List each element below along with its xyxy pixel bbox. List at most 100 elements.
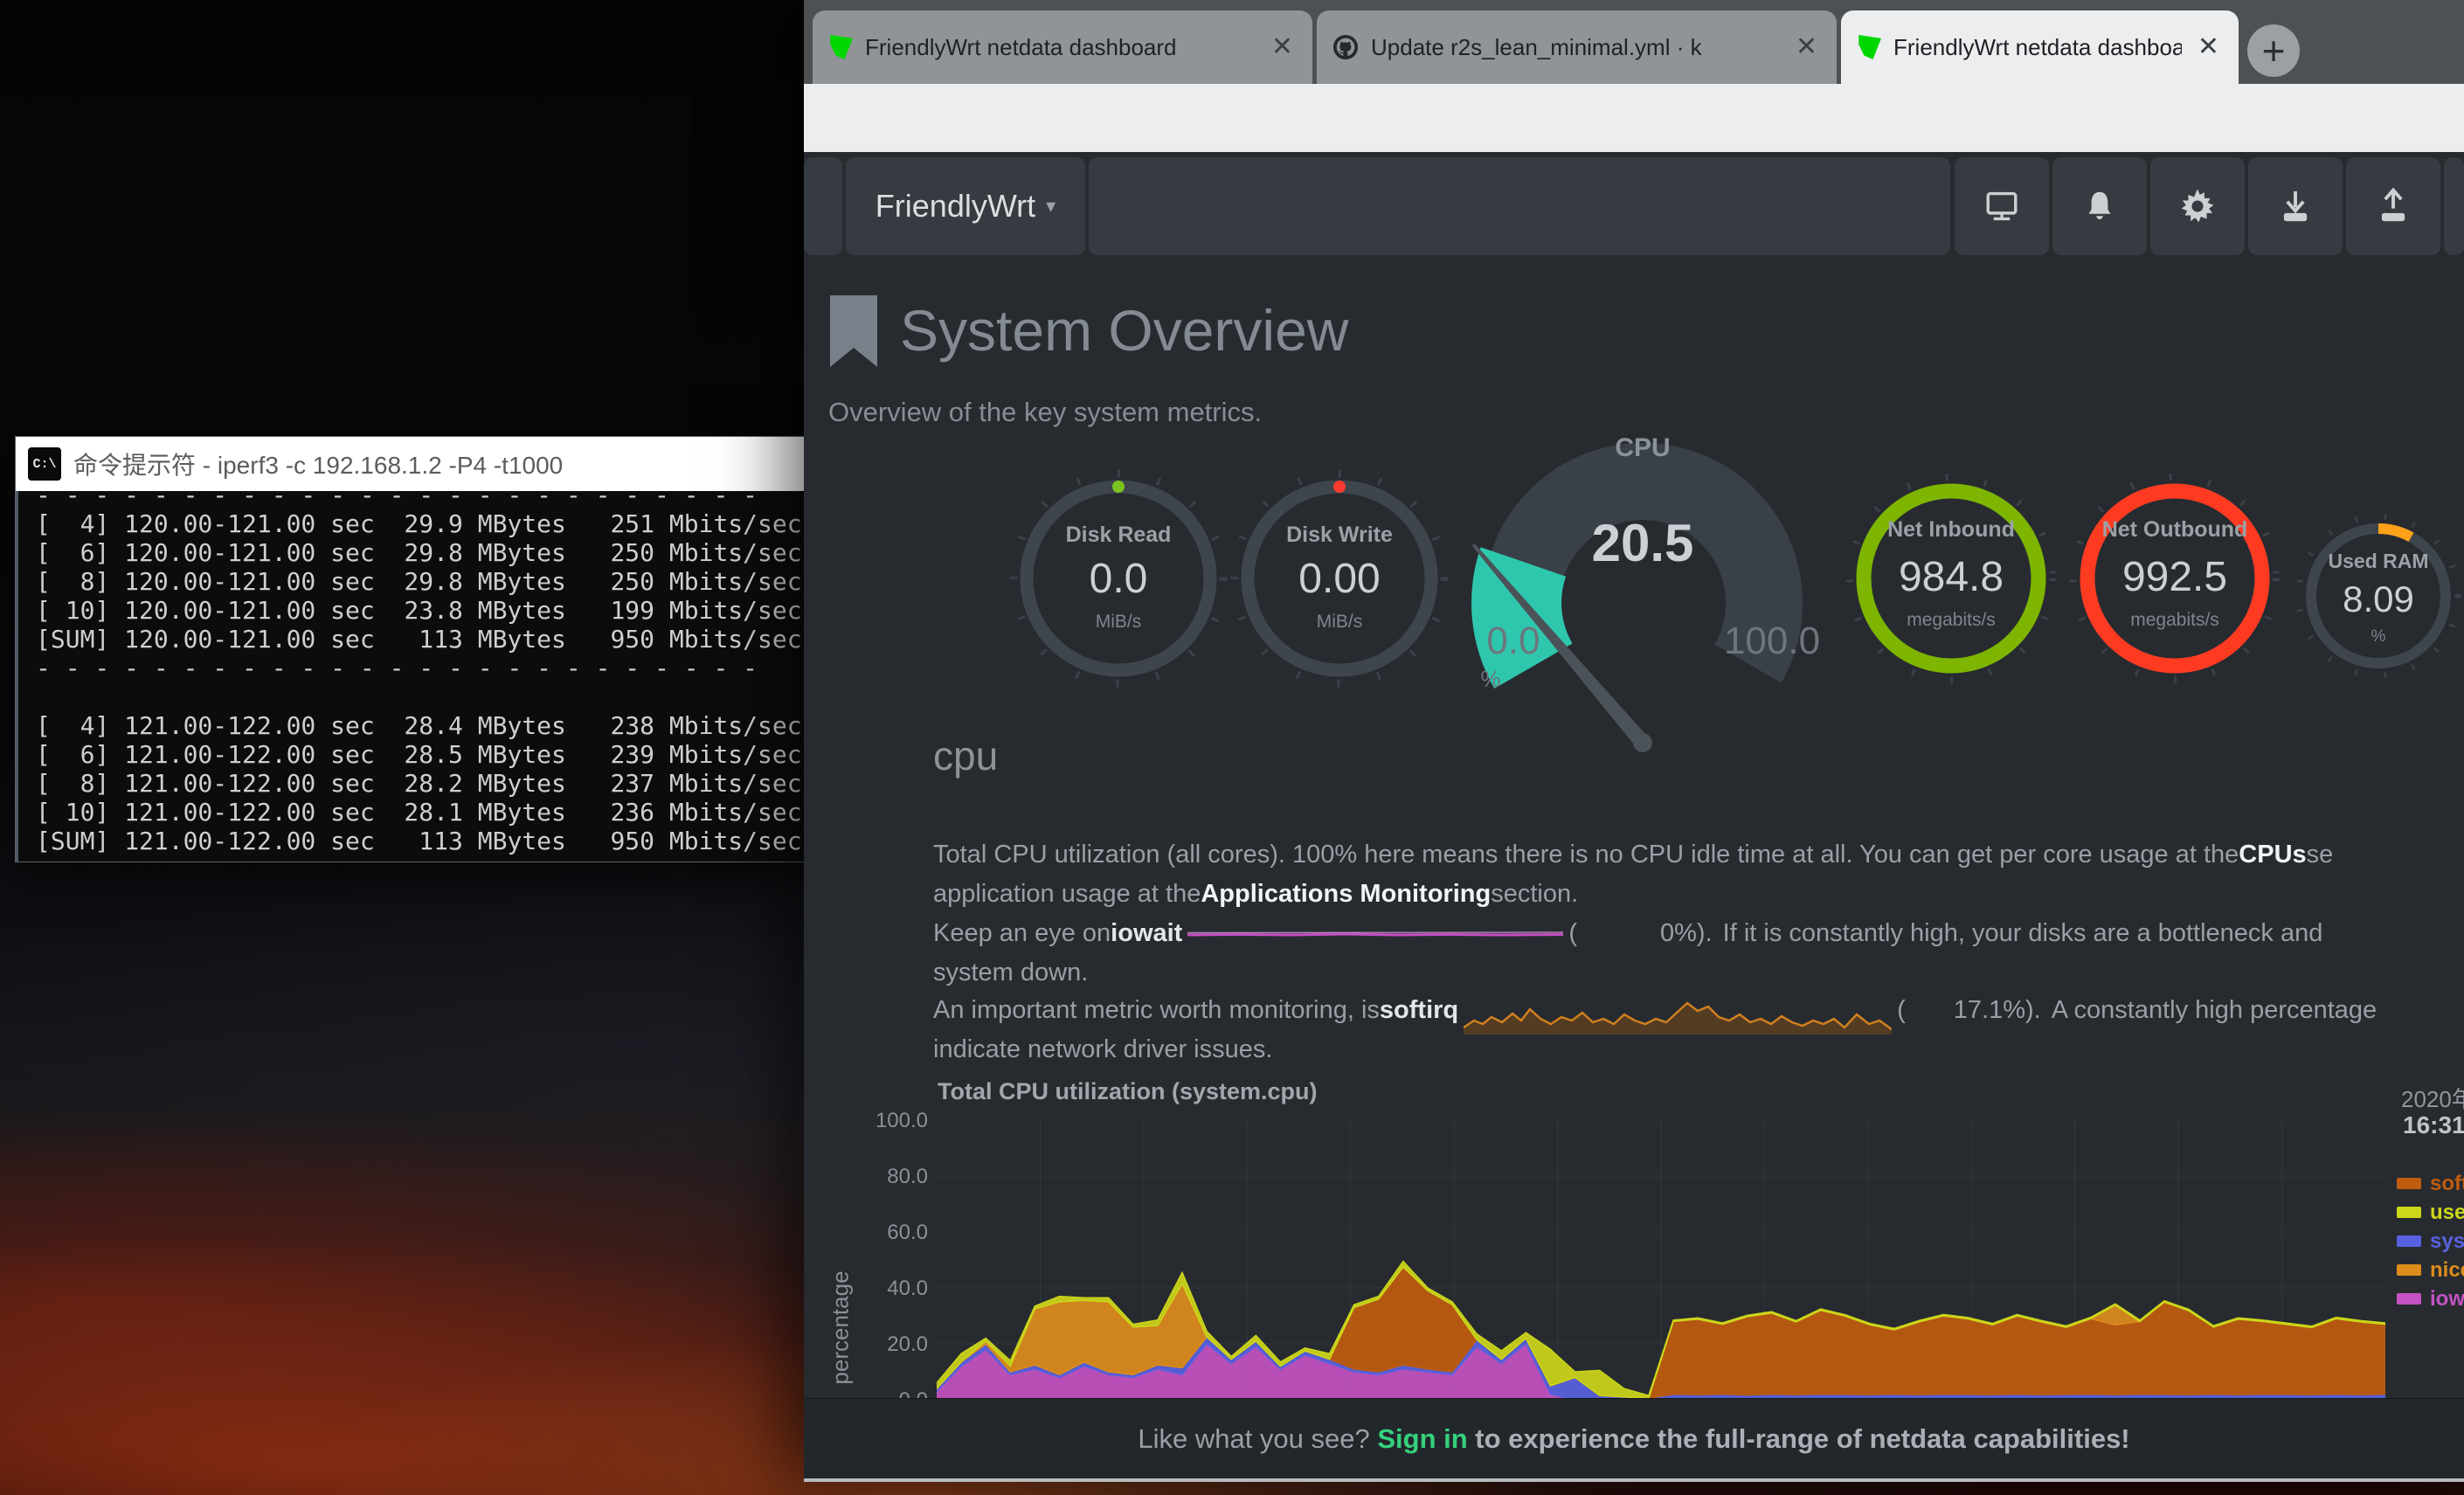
tab-github[interactable]: Update r2s_lean_minimal.yml · k ✕	[1317, 10, 1837, 84]
tab-friendlywrt-1[interactable]: FriendlyWrt netdata dashboard ✕	[813, 10, 1312, 84]
browser-toolbar: ⓘ 不安全 192.168.2.1:19999/#menu_system_sub…	[804, 84, 2464, 152]
section-heading-cpu: cpu	[933, 732, 998, 779]
svg-text:992.5: 992.5	[2122, 554, 2227, 600]
chart-date: 2020年3	[2401, 1082, 2464, 1114]
y-tick: 60.0	[867, 1221, 928, 1245]
paragraph-line: system down.	[933, 959, 1088, 987]
y-tick: 40.0	[867, 1277, 928, 1301]
page-subtitle: Overview of the key system metrics.	[828, 397, 1262, 428]
legend-item-nice[interactable]: nice	[2397, 1256, 2464, 1284]
netdata-icon	[1857, 35, 1881, 59]
status-dot-red	[1333, 481, 1346, 493]
svg-text:megabits/s: megabits/s	[2130, 610, 2219, 630]
gear-icon	[2179, 188, 2216, 225]
terminal-window: C:\ 命令提示符 - iperf3 -c 192.168.1.2 -P4 -t…	[16, 437, 804, 862]
signin-banner: Like what you see? Sign in to experience…	[804, 1398, 2464, 1478]
svg-text:Used RAM: Used RAM	[2328, 550, 2428, 572]
tab-title: FriendlyWrt netdata dashboard	[865, 34, 1256, 61]
svg-text:20.5: 20.5	[1592, 514, 1694, 572]
netdata-icon	[828, 35, 853, 59]
legend-label: softirq	[2430, 1172, 2464, 1196]
legend-label: iowait	[2430, 1287, 2464, 1312]
paragraph-line: application usage at the Applications Mo…	[933, 880, 1578, 909]
close-icon[interactable]: ✕	[1792, 34, 1821, 60]
host-dropdown[interactable]: FriendlyWrt ▾	[846, 157, 1085, 255]
close-icon[interactable]: ✕	[1268, 34, 1297, 60]
signin-text: Like what you see? Sign in to experience…	[1138, 1423, 2129, 1455]
cpu-gauge[interactable]: CPU 20.5 0.0 100.0 %	[1433, 428, 1852, 769]
terminal-text: - - - - - - - - - - - - - - - - - - - - …	[18, 491, 804, 855]
upload-icon	[2375, 188, 2412, 225]
svg-text:8.09: 8.09	[2343, 578, 2414, 619]
terminal-output[interactable]: - - - - - - - - - - - - - - - - - - - - …	[16, 491, 804, 862]
legend-item-system[interactable]: system	[2397, 1227, 2464, 1256]
y-tick: 20.0	[867, 1332, 928, 1357]
svg-text:Disk Write: Disk Write	[1286, 523, 1393, 547]
applications-monitoring-link[interactable]: Applications Monitoring	[1201, 880, 1491, 909]
new-tab-button[interactable]: +	[2247, 24, 2300, 77]
signin-link[interactable]: Sign in	[1377, 1423, 1467, 1454]
y-axis-label: percentage	[827, 1267, 855, 1389]
settings-button[interactable]	[2150, 157, 2245, 255]
svg-text:CPU: CPU	[1615, 433, 1670, 462]
header-spacer	[1089, 157, 1950, 255]
screen: { "terminal": { "title": "命令提示符 - iperf3…	[0, 0, 2464, 1495]
bell-icon	[2082, 188, 2117, 225]
nodes-view-button[interactable]	[1955, 157, 2049, 255]
export-button[interactable]	[2346, 157, 2440, 255]
svg-text:0.0: 0.0	[1090, 556, 1148, 602]
paragraph-line: An important metric worth monitoring, is…	[933, 996, 2377, 1035]
legend-label: user	[2430, 1201, 2464, 1225]
header-tile-left	[804, 157, 842, 255]
cmd-icon: C:\	[28, 447, 61, 481]
svg-text:%: %	[1480, 666, 1500, 692]
host-name: FriendlyWrt	[876, 188, 1035, 225]
svg-text:%: %	[2371, 627, 2386, 646]
terminal-titlebar[interactable]: C:\ 命令提示符 - iperf3 -c 192.168.1.2 -P4 -t…	[16, 437, 804, 491]
terminal-title: 命令提示符 - iperf3 -c 192.168.1.2 -P4 -t1000	[73, 446, 563, 481]
window-bottom-border	[804, 1478, 2464, 1482]
github-icon	[1332, 34, 1359, 60]
monitor-icon	[1983, 188, 2020, 225]
legend-swatch	[2397, 1235, 2421, 1247]
status-dot-green	[1112, 481, 1125, 493]
page-title: System Overview	[900, 297, 1348, 363]
legend-swatch	[2397, 1264, 2421, 1276]
close-icon[interactable]: ✕	[2194, 34, 2223, 60]
disk-read-gauge[interactable]: Disk Read 0.0 MiB/s	[1005, 465, 1232, 692]
tab-strip: FriendlyWrt netdata dashboard ✕ Update r…	[804, 0, 2464, 84]
download-icon	[2277, 188, 2314, 225]
paragraph-line: Keep an eye on iowait (0%).If it is cons…	[933, 919, 2322, 948]
alarms-button[interactable]	[2052, 157, 2147, 255]
paragraph-line: indicate network driver issues.	[933, 1035, 1272, 1064]
legend-swatch	[2397, 1207, 2421, 1218]
chart-title: Total CPU utilization (system.cpu)	[938, 1078, 1318, 1105]
legend-item-iowait[interactable]: iowait	[2397, 1284, 2464, 1313]
svg-text:MiB/s: MiB/s	[1317, 612, 1363, 632]
svg-text:megabits/s: megabits/s	[1907, 610, 1996, 630]
legend-item-softirq[interactable]: softirq	[2397, 1169, 2464, 1198]
legend-item-user[interactable]: user	[2397, 1198, 2464, 1227]
svg-text:0.00: 0.00	[1298, 556, 1380, 602]
net-inbound-gauge[interactable]: Net Inbound 984.8 megabits/s	[1842, 469, 2060, 688]
netdata-page: FriendlyWrt ▾	[804, 152, 2464, 1478]
tab-title: Update r2s_lean_minimal.yml · k	[1371, 34, 1780, 61]
svg-text:Net Inbound: Net Inbound	[1887, 517, 2015, 542]
cpu-utilization-chart[interactable]	[937, 1120, 2385, 1400]
legend-label: nice	[2430, 1258, 2464, 1283]
disk-write-gauge[interactable]: Disk Write 0.00 MiB/s	[1226, 465, 1453, 692]
header-tile-partial	[2444, 157, 2464, 255]
cpus-link[interactable]: CPUs	[2239, 841, 2306, 869]
chevron-down-icon: ▾	[1046, 195, 1056, 218]
svg-text:Net Outbound: Net Outbound	[2102, 517, 2248, 542]
legend-label: system	[2430, 1229, 2464, 1254]
tab-friendlywrt-2-active[interactable]: FriendlyWrt netdata dashboard ✕	[1841, 10, 2239, 84]
import-button[interactable]	[2248, 157, 2343, 255]
legend-swatch	[2397, 1293, 2421, 1305]
used-ram-gauge[interactable]: Used RAM 8.09 %	[2291, 509, 2464, 683]
tab-title: FriendlyWrt netdata dashboard	[1893, 34, 2182, 61]
net-outbound-gauge[interactable]: Net Outbound 992.5 megabits/s	[2066, 469, 2284, 688]
svg-text:0.0: 0.0	[1486, 619, 1540, 662]
svg-text:MiB/s: MiB/s	[1096, 612, 1142, 632]
svg-text:984.8: 984.8	[1899, 554, 2004, 600]
